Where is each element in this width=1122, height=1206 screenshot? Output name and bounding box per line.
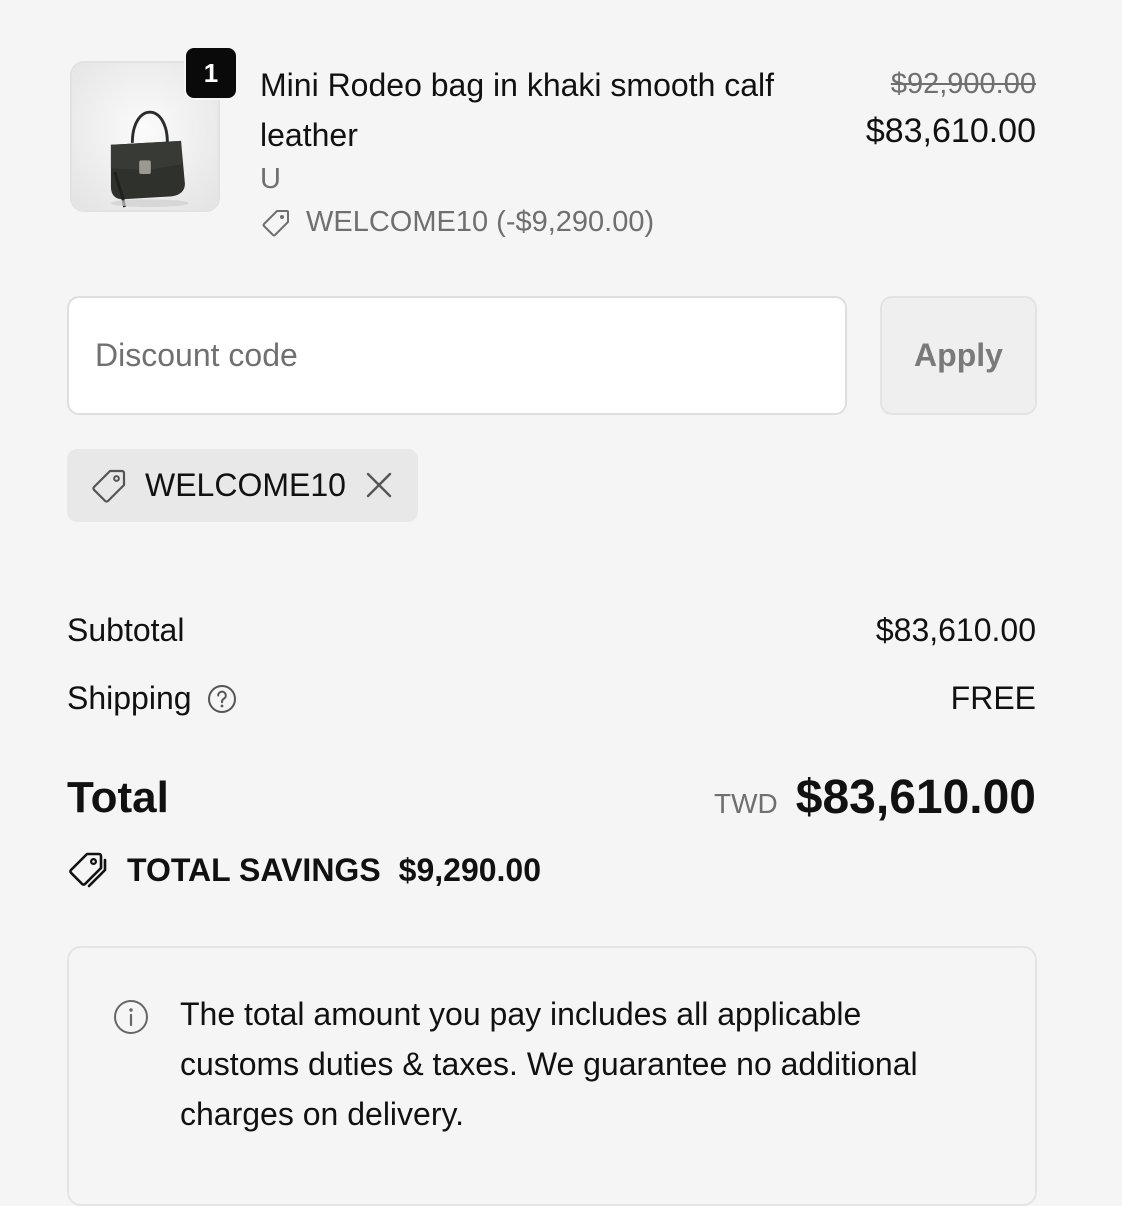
currency-code: TWD (714, 788, 778, 819)
item-discount-line: WELCOME10 (-$9,290.00) (260, 206, 654, 239)
product-title: Mini Rodeo bag in khaki smooth calf leat… (260, 67, 775, 153)
tag-icon (92, 469, 126, 503)
total-label: Total (67, 773, 169, 822)
total-value: $83,610.00 (795, 771, 1036, 824)
shipping-row-label: Shipping (67, 680, 238, 717)
order-summary: 1 Mini Rodeo bag in khaki smooth calf le… (0, 0, 1122, 1206)
apply-button[interactable]: Apply (880, 296, 1037, 415)
shipping-label: Shipping (67, 680, 192, 716)
notice-text: The total amount you pay includes all ap… (180, 996, 918, 1132)
applied-code-label: WELCOME10 (145, 467, 346, 503)
subtotal-value: $83,610.00 (875, 612, 1036, 648)
remove-discount-close-icon[interactable] (363, 469, 395, 501)
total-savings: TOTAL SAVINGS $9,290.00 (67, 850, 541, 890)
price-original: $92,900.00 (890, 68, 1036, 100)
duties-notice: The total amount you pay includes all ap… (67, 946, 1037, 1206)
subtotal-label: Subtotal (67, 612, 185, 648)
tags-icon (69, 852, 107, 888)
tag-icon (262, 209, 289, 236)
info-icon (114, 1000, 148, 1034)
total-amount: TWD $83,610.00 (714, 770, 1036, 825)
shipping-value: FREE (950, 680, 1036, 716)
item-discount-text: WELCOME10 (-$9,290.00) (306, 206, 655, 238)
quantity-badge: 1 (184, 46, 238, 100)
applied-discount-chip: WELCOME10 (67, 449, 418, 522)
price-current: $83,610.00 (865, 112, 1036, 150)
total-savings-label: TOTAL SAVINGS (127, 851, 381, 888)
help-circle-icon[interactable] (206, 683, 238, 715)
product-variant: U (260, 163, 281, 195)
total-savings-value: $9,290.00 (398, 851, 542, 888)
discount-code-input[interactable] (67, 296, 847, 415)
